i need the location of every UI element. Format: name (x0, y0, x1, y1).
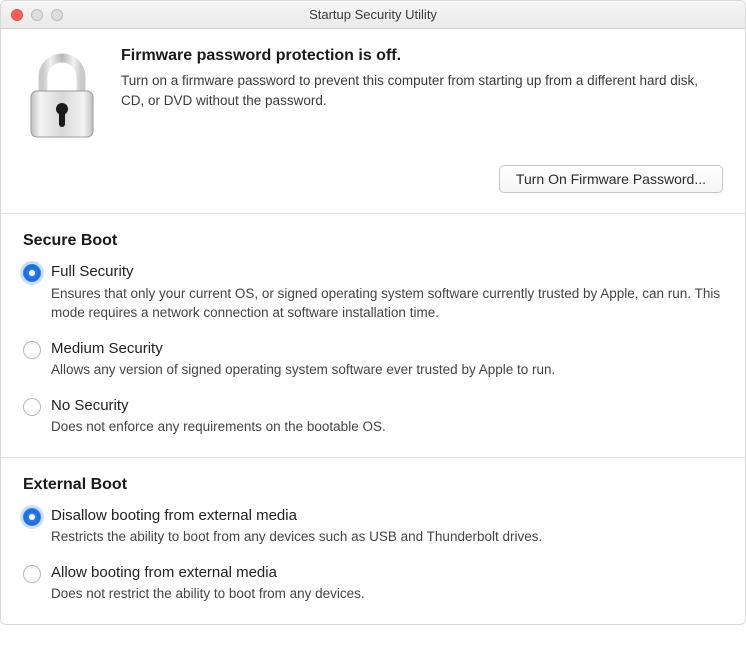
firmware-section: Firmware password protection is off. Tur… (1, 29, 745, 214)
radio-label: No Security (51, 396, 723, 416)
radio-text: Disallow booting from external media Res… (51, 506, 723, 547)
secure-boot-section: Secure Boot Full Security Ensures that o… (1, 214, 745, 458)
radio-label: Medium Security (51, 339, 723, 359)
radio-medium-security[interactable]: Medium Security Allows any version of si… (23, 339, 723, 380)
firmware-text: Firmware password protection is off. Tur… (121, 47, 723, 110)
radio-input[interactable] (23, 398, 41, 416)
radio-input[interactable] (23, 565, 41, 583)
lock-icon (23, 47, 101, 141)
firmware-description: Turn on a firmware password to prevent t… (121, 71, 723, 110)
external-boot-section: External Boot Disallow booting from exte… (1, 458, 745, 624)
radio-disallow-external[interactable]: Disallow booting from external media Res… (23, 506, 723, 547)
firmware-heading: Firmware password protection is off. (121, 47, 723, 65)
radio-no-security[interactable]: No Security Does not enforce any require… (23, 396, 723, 437)
close-button[interactable] (11, 9, 23, 21)
radio-input[interactable] (23, 508, 41, 526)
secure-boot-radio-group: Full Security Ensures that only your cur… (23, 262, 723, 437)
turn-on-firmware-password-button[interactable]: Turn On Firmware Password... (499, 165, 723, 193)
radio-input[interactable] (23, 264, 41, 282)
radio-allow-external[interactable]: Allow booting from external media Does n… (23, 563, 723, 604)
radio-text: Full Security Ensures that only your cur… (51, 262, 723, 323)
window-title: Startup Security Utility (1, 7, 745, 22)
external-boot-heading: External Boot (23, 476, 723, 494)
radio-text: Medium Security Allows any version of si… (51, 339, 723, 380)
radio-label: Disallow booting from external media (51, 506, 723, 526)
firmware-row: Firmware password protection is off. Tur… (23, 47, 723, 141)
external-boot-radio-group: Disallow booting from external media Res… (23, 506, 723, 604)
radio-label: Allow booting from external media (51, 563, 723, 583)
radio-description: Restricts the ability to boot from any d… (51, 527, 723, 547)
window: Startup Security Utility (0, 0, 746, 625)
radio-text: No Security Does not enforce any require… (51, 396, 723, 437)
zoom-button[interactable] (51, 9, 63, 21)
firmware-button-row: Turn On Firmware Password... (23, 165, 723, 193)
radio-description: Ensures that only your current OS, or si… (51, 284, 723, 323)
traffic-lights (11, 9, 63, 21)
radio-input[interactable] (23, 341, 41, 359)
radio-description: Does not restrict the ability to boot fr… (51, 584, 723, 604)
titlebar: Startup Security Utility (1, 1, 745, 29)
radio-text: Allow booting from external media Does n… (51, 563, 723, 604)
radio-label: Full Security (51, 262, 723, 282)
radio-description: Allows any version of signed operating s… (51, 360, 723, 380)
minimize-button[interactable] (31, 9, 43, 21)
radio-full-security[interactable]: Full Security Ensures that only your cur… (23, 262, 723, 323)
radio-description: Does not enforce any requirements on the… (51, 417, 723, 437)
secure-boot-heading: Secure Boot (23, 232, 723, 250)
